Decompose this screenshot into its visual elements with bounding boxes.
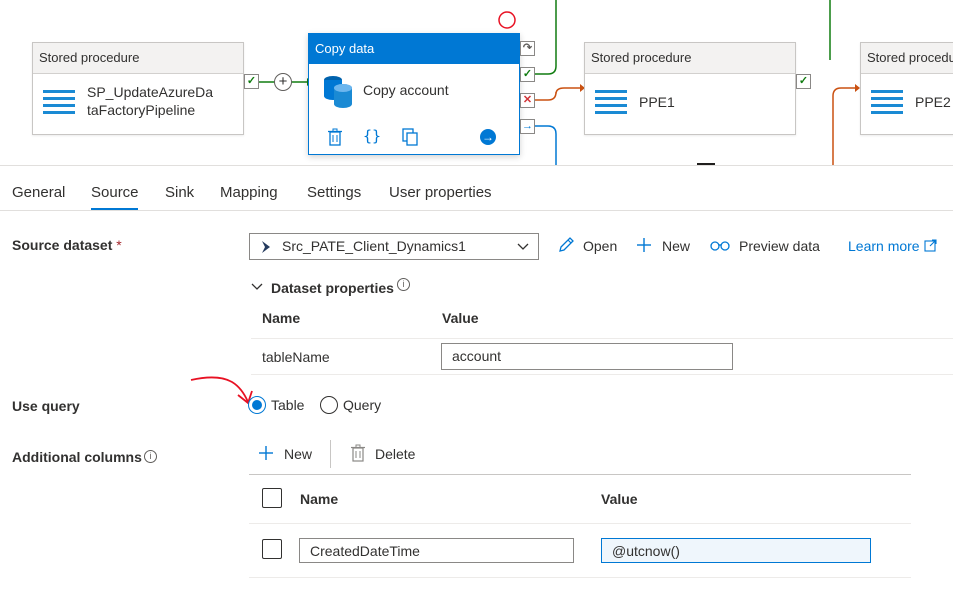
pencil-icon bbox=[559, 237, 574, 252]
chevron-down-icon bbox=[517, 243, 529, 250]
radio-unselected-icon bbox=[320, 396, 338, 414]
select-all-checkbox[interactable] bbox=[262, 488, 282, 508]
success-port-icon[interactable]: ✓ bbox=[520, 67, 535, 82]
activity-stored-procedure-ppe2[interactable]: Stored procedu PPE2 bbox=[860, 42, 953, 135]
view-code-icon[interactable]: {} bbox=[363, 127, 381, 145]
activity-stored-procedure-ppe1[interactable]: Stored procedure PPE1 bbox=[584, 42, 796, 135]
open-label: Open bbox=[583, 238, 618, 254]
new-label: New bbox=[662, 238, 691, 254]
activity-copy-data[interactable]: Copy data Copy account {} → bbox=[308, 33, 520, 155]
trash-icon bbox=[351, 444, 365, 462]
info-icon: i bbox=[144, 450, 157, 463]
radio-table-label: Table bbox=[271, 397, 305, 413]
table-name-input[interactable]: account bbox=[441, 343, 733, 370]
property-name: tableName bbox=[262, 349, 330, 365]
skip-port-icon[interactable]: ↷ bbox=[520, 41, 535, 56]
plus-icon bbox=[259, 446, 273, 460]
tab-user-properties[interactable]: User properties bbox=[389, 184, 492, 201]
divider bbox=[249, 577, 911, 578]
delete-column-label: Delete bbox=[375, 446, 416, 462]
add-column-label: New bbox=[284, 446, 313, 462]
tab-mapping[interactable]: Mapping bbox=[220, 184, 278, 201]
stored-procedure-icon bbox=[871, 90, 903, 116]
clone-activity-icon[interactable] bbox=[402, 128, 418, 146]
use-query-label: Use query bbox=[12, 398, 80, 414]
additional-columns-label: Additional columns bbox=[12, 449, 142, 465]
preview-data-label: Preview data bbox=[739, 238, 820, 254]
required-marker: * bbox=[116, 237, 122, 253]
activity-name: Copy account bbox=[363, 82, 449, 98]
success-port-icon[interactable]: ✓ bbox=[244, 74, 259, 89]
copy-data-icon bbox=[324, 76, 352, 108]
tab-general[interactable]: General bbox=[12, 184, 65, 201]
column-name-input[interactable]: CreatedDateTime bbox=[299, 538, 574, 563]
chevron-down-icon bbox=[251, 283, 263, 290]
learn-more-label: Learn more bbox=[848, 238, 920, 254]
tab-sink[interactable]: Sink bbox=[165, 184, 194, 201]
activity-name: PPE2 bbox=[915, 94, 951, 110]
tab-settings[interactable]: Settings bbox=[307, 184, 361, 201]
dataset-icon bbox=[262, 241, 270, 253]
radio-selected-icon bbox=[248, 396, 266, 414]
add-activity-icon[interactable]: + bbox=[274, 73, 292, 91]
activity-name: PPE1 bbox=[639, 94, 675, 110]
source-dataset-label: Source dataset * bbox=[12, 237, 122, 253]
dataset-properties-title: Dataset properties bbox=[271, 280, 394, 296]
dataset-properties-name-header: Name bbox=[262, 310, 301, 326]
divider bbox=[249, 474, 911, 475]
columns-value-header: Value bbox=[601, 491, 638, 507]
activity-type-label: Stored procedure bbox=[585, 43, 795, 74]
completion-port-icon[interactable]: → bbox=[520, 119, 535, 134]
divider bbox=[249, 523, 911, 524]
external-link-icon bbox=[924, 239, 937, 252]
failure-port-icon[interactable]: ✕ bbox=[520, 93, 535, 108]
activity-type-label: Stored procedure bbox=[33, 43, 243, 74]
source-dataset-value: Src_PATE_Client_Dynamics1 bbox=[282, 238, 466, 254]
glasses-icon bbox=[710, 241, 730, 251]
divider bbox=[251, 374, 953, 375]
pipeline-canvas[interactable]: Stored procedure SP_UpdateAzureDa taFact… bbox=[0, 0, 953, 166]
activity-type-label: Copy data bbox=[309, 34, 519, 64]
success-port-icon[interactable]: ✓ bbox=[796, 74, 811, 89]
dataset-properties-value-header: Value bbox=[442, 310, 479, 326]
radio-query-label: Query bbox=[343, 397, 382, 413]
activity-name-line2: taFactoryPipeline bbox=[87, 102, 196, 118]
row-checkbox[interactable] bbox=[262, 539, 282, 559]
go-to-activity-icon[interactable]: → bbox=[480, 129, 496, 145]
active-tab-indicator bbox=[91, 208, 138, 210]
activity-stored-procedure-1[interactable]: Stored procedure SP_UpdateAzureDa taFact… bbox=[32, 42, 244, 135]
toolbar-separator bbox=[330, 440, 331, 468]
stored-procedure-icon bbox=[595, 90, 627, 116]
plus-icon bbox=[637, 238, 651, 252]
stored-procedure-icon bbox=[43, 90, 75, 116]
tab-source[interactable]: Source bbox=[91, 184, 139, 201]
activity-type-label: Stored procedu bbox=[861, 43, 953, 74]
source-dataset-dropdown[interactable]: Src_PATE_Client_Dynamics1 bbox=[249, 233, 539, 260]
info-icon: i bbox=[397, 278, 410, 291]
source-dataset-label-text: Source dataset bbox=[12, 237, 113, 253]
columns-name-header: Name bbox=[300, 491, 339, 507]
activity-name-line1: SP_UpdateAzureDa bbox=[87, 84, 214, 100]
learn-more-link[interactable]: Learn more bbox=[848, 238, 937, 254]
column-value-input[interactable]: @utcnow() bbox=[601, 538, 871, 563]
delete-activity-icon[interactable] bbox=[327, 128, 343, 146]
divider bbox=[251, 338, 953, 339]
activity-tabs: General Source Sink Mapping Settings Use… bbox=[0, 166, 953, 211]
